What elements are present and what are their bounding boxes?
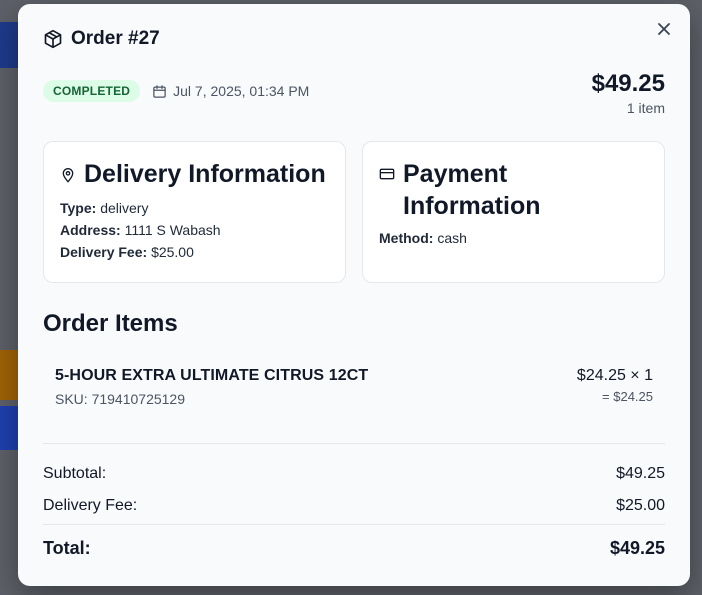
order-items-title: Order Items [43,310,178,337]
map-pin-icon [62,168,74,183]
calendar-icon [153,84,166,98]
order-total-box: $49.25 1 item [592,70,665,116]
item-pricing: $24.25 × 1 = $24.25 [577,367,653,407]
background-nav-item [0,406,18,450]
delivery-info-card: Delivery Information Type: delivery Addr… [43,141,346,283]
payment-card-title: Payment Information [379,158,648,222]
delivery-card-title-text: Delivery Information [84,160,326,188]
background-nav-item [0,350,18,400]
package-icon [44,29,62,49]
order-date: Jul 7, 2025, 01:34 PM [152,83,309,99]
status-row: COMPLETED Jul 7, 2025, 01:34 PM [43,80,309,102]
order-details-modal: Order #27 COMPLETED Jul 7, 2025, 01:34 P… [18,4,690,586]
modal-header: Order #27 [43,28,160,50]
delivery-card-title: Delivery Information [60,158,329,190]
close-icon[interactable] [656,21,672,37]
summary-fee-value: $25.00 [616,497,665,514]
credit-card-icon [379,168,395,180]
divider [43,524,665,525]
delivery-fee-label: Delivery Fee: [60,244,148,260]
payment-card-body: Method: cash [379,230,648,246]
payment-info-card: Payment Information Method: cash [362,141,665,283]
delivery-card-body: Type: delivery Address: 1111 S Wabash De… [60,200,329,260]
payment-method-value: cash [437,230,467,246]
order-item-count: 1 item [626,100,665,116]
payment-card-title-text: Payment Information [403,160,541,220]
delivery-fee-value: $25.00 [151,244,194,260]
payment-method-label: Method: [379,230,434,246]
delivery-type-line: Type: delivery [60,200,329,216]
delivery-address-value: 1111 S Wabash [124,222,221,238]
item-sku: SKU: 719410725129 [55,391,185,407]
item-line-total: = $24.25 [602,389,653,404]
payment-method-line: Method: cash [379,230,648,246]
delivery-address-label: Address: [60,222,121,238]
modal-title: Order #27 [71,28,160,49]
subtotal-label: Subtotal: [43,465,107,482]
subtotal-value: $49.25 [616,465,665,482]
background-nav-item [0,22,18,68]
delivery-fee-line: Delivery Fee: $25.00 [60,244,329,260]
status-badge: COMPLETED [43,80,141,102]
delivery-type-label: Type: [60,200,97,216]
list-item: 5-HOUR EXTRA ULTIMATE CITRUS 12CT SKU: 7… [55,367,653,407]
total-label: Total: [43,538,91,558]
order-date-text: Jul 7, 2025, 01:34 PM [173,83,310,99]
total-row: Total: $49.25 [43,538,665,559]
item-info: 5-HOUR EXTRA ULTIMATE CITRUS 12CT SKU: 7… [55,367,368,407]
delivery-fee-row: Delivery Fee: $25.00 [43,497,665,515]
delivery-type-value: delivery [100,200,149,216]
summary-fee-label: Delivery Fee: [43,497,138,514]
order-total-amount: $49.25 [591,70,665,97]
total-value: $49.25 [609,538,665,558]
divider [43,443,665,444]
item-price-qty: $24.25 × 1 [576,367,653,384]
subtotal-row: Subtotal: $49.25 [43,465,665,483]
item-name: 5-HOUR EXTRA ULTIMATE CITRUS 12CT [55,367,369,384]
delivery-address-line: Address: 1111 S Wabash [60,222,329,238]
